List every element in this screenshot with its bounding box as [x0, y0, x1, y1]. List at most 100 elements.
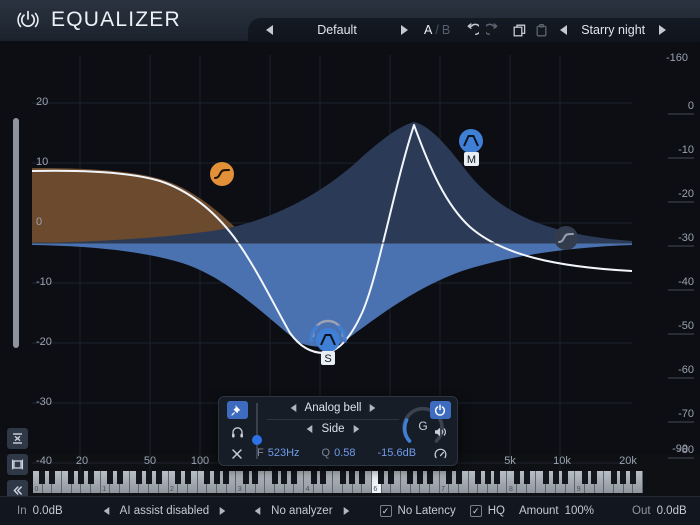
band-type-selector[interactable]: Analog bell	[267, 402, 399, 414]
ai-assist-selector[interactable]: AI assist disabled	[103, 505, 227, 517]
piano-black-key[interactable]	[174, 471, 181, 484]
piano-black-key[interactable]	[136, 471, 143, 484]
band-editor-panel[interactable]: Analog bell Side G F 523Hz Q 0.58 -15.6d…	[218, 396, 458, 466]
band-type-next-icon[interactable]	[370, 404, 376, 412]
output-gain-group[interactable]: Out 0.0dB	[632, 505, 687, 517]
piano-black-key[interactable]	[155, 471, 162, 484]
piano-black-key[interactable]	[542, 471, 549, 484]
eq-plot-area[interactable]: M S 20 10 0 -10 -20 -30 -160 0 -10 -20 -…	[0, 42, 700, 475]
piano-black-key[interactable]	[417, 471, 423, 484]
redo-icon[interactable]	[482, 19, 504, 41]
piano-octave-label: 6	[373, 486, 378, 493]
preset-prev-button[interactable]	[266, 25, 273, 35]
output-gain-value[interactable]: 0.0dB	[657, 505, 687, 517]
pin-icon[interactable]	[226, 401, 248, 419]
piano-black-key[interactable]	[87, 471, 94, 484]
analyzer-selector[interactable]: No analyzer	[254, 505, 349, 517]
piano-black-key[interactable]	[281, 471, 288, 484]
speaker-icon[interactable]	[430, 423, 451, 441]
piano-black-key[interactable]	[145, 471, 152, 484]
piano-black-key[interactable]	[426, 471, 433, 484]
piano-black-key[interactable]	[591, 471, 598, 484]
piano-black-key[interactable]	[271, 471, 278, 484]
piano-black-key[interactable]	[581, 471, 588, 484]
piano-black-key[interactable]	[39, 471, 46, 484]
piano-black-key[interactable]	[513, 471, 520, 484]
piano-black-key[interactable]	[116, 471, 123, 484]
piano-black-key[interactable]	[49, 471, 56, 484]
band-handle-low-shelf[interactable]	[210, 162, 234, 186]
piano-black-key[interactable]	[552, 471, 559, 484]
piano-black-key[interactable]	[562, 471, 569, 484]
piano-black-key[interactable]	[523, 471, 530, 484]
piano-black-key[interactable]	[358, 471, 365, 484]
input-gain-value[interactable]: 0.0dB	[33, 505, 63, 517]
piano-black-key[interactable]	[68, 471, 75, 484]
band-channel-next-icon[interactable]	[353, 425, 359, 433]
piano-black-key[interactable]	[78, 471, 85, 484]
piano-black-key[interactable]	[630, 471, 637, 484]
collapse-tool-button[interactable]	[7, 428, 28, 449]
band-handle-mid-peak[interactable]: M	[459, 129, 483, 166]
no-latency-check-icon[interactable]: ✓	[379, 505, 392, 517]
piano-black-key[interactable]	[455, 471, 462, 484]
piano-black-key[interactable]	[252, 471, 259, 484]
power-icon[interactable]	[14, 6, 42, 34]
ai-assist-next-icon[interactable]	[219, 507, 226, 515]
amount-control[interactable]: Amount 100%	[519, 505, 594, 517]
piano-black-key[interactable]	[213, 471, 220, 484]
piano-black-key[interactable]	[610, 471, 617, 484]
power-icon[interactable]	[429, 401, 451, 419]
undo-icon[interactable]	[460, 19, 482, 41]
input-gain-group[interactable]: In 0.0dB	[17, 505, 63, 517]
piano-black-key[interactable]	[349, 471, 356, 484]
piano-black-key[interactable]	[184, 471, 191, 484]
band-handle-high-shelf[interactable]	[554, 226, 578, 250]
ab-b-button[interactable]: B	[442, 23, 450, 37]
input-gain-fader[interactable]	[13, 118, 19, 348]
piano-black-key[interactable]	[620, 471, 627, 484]
no-latency-checkbox[interactable]: ✓ No Latency	[379, 505, 456, 517]
hq-checkbox[interactable]: ✓ HQ	[469, 505, 505, 517]
piano-black-key[interactable]	[223, 471, 230, 484]
piano-black-key[interactable]	[387, 471, 394, 484]
piano-keyboard[interactable]: 0 1 2 3 4 6 7 8 9	[33, 471, 643, 493]
theme-next-button[interactable]	[659, 25, 667, 35]
ab-compare-group[interactable]: A / B	[424, 23, 450, 37]
piano-black-key[interactable]	[378, 471, 385, 484]
analyzer-next-icon[interactable]	[343, 507, 349, 515]
preset-next-button[interactable]	[401, 25, 408, 35]
gain-value[interactable]: -15.6dB	[378, 447, 417, 459]
piano-black-key[interactable]	[242, 471, 249, 484]
close-icon[interactable]	[227, 445, 248, 463]
piano-black-key[interactable]	[494, 471, 501, 484]
band-channel-prev-icon[interactable]	[307, 425, 313, 433]
freq-value[interactable]: 523Hz	[268, 447, 300, 459]
piano-black-key[interactable]	[339, 471, 346, 484]
piano-black-key[interactable]	[203, 471, 210, 484]
paste-icon[interactable]	[530, 19, 552, 41]
hq-check-icon[interactable]: ✓	[469, 505, 482, 517]
meter-label-neg90: -90	[672, 443, 688, 455]
amount-value[interactable]: 100%	[565, 505, 594, 517]
headphone-icon[interactable]	[227, 423, 248, 441]
preset-name[interactable]: Default	[273, 23, 401, 37]
gauge-icon[interactable]	[430, 445, 451, 463]
piano-black-key[interactable]	[320, 471, 327, 484]
copy-icon[interactable]	[508, 19, 530, 41]
ab-a-button[interactable]: A	[424, 23, 432, 37]
q-value[interactable]: 0.58	[334, 447, 355, 459]
piano-black-key[interactable]	[107, 471, 114, 484]
band-channel-selector[interactable]: Side	[267, 423, 399, 435]
piano-black-key[interactable]	[310, 471, 317, 484]
ai-assist-prev-icon[interactable]	[103, 507, 109, 515]
piano-black-key[interactable]	[407, 471, 414, 484]
theme-name[interactable]: Starry night	[567, 23, 659, 37]
piano-black-key[interactable]	[484, 471, 491, 484]
theme-prev-button[interactable]	[560, 25, 568, 35]
analyzer-prev-icon[interactable]	[254, 507, 261, 515]
piano-black-key[interactable]	[446, 471, 453, 484]
piano-black-key[interactable]	[475, 471, 482, 484]
band-type-prev-icon[interactable]	[290, 404, 296, 412]
piano-black-key[interactable]	[291, 471, 298, 484]
